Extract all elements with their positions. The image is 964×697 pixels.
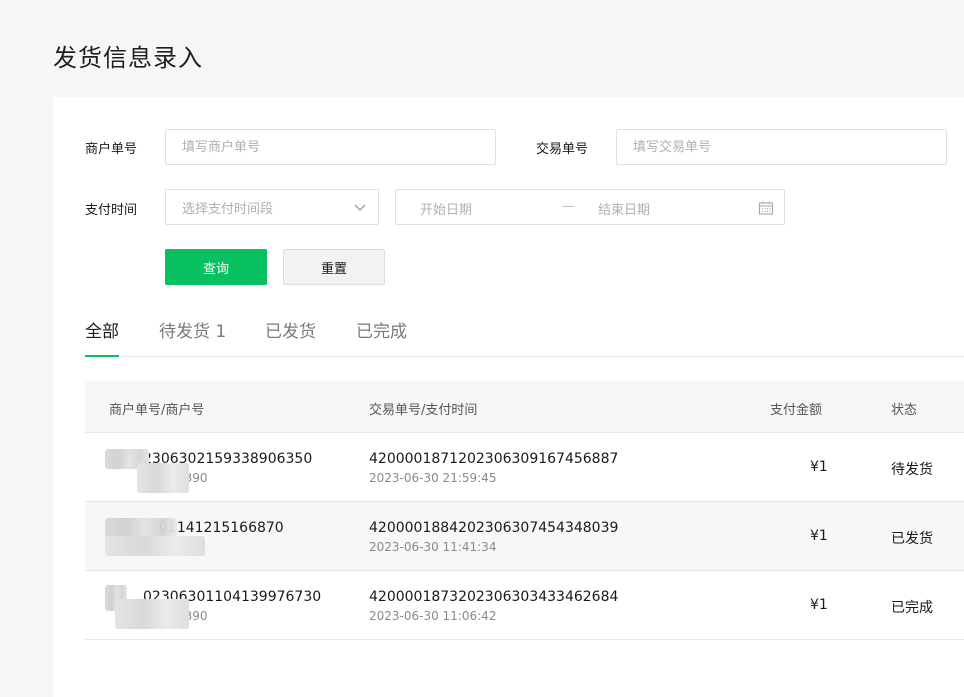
- reset-button[interactable]: 重置: [283, 249, 385, 285]
- table-row[interactable]: 0230630110413997673​0 3390 4200001873202…: [85, 571, 964, 640]
- amount: ¥1: [810, 459, 828, 475]
- status-tabs: 全部 待发货 1 已发货 已完成: [85, 313, 964, 357]
- tab-shipped[interactable]: 已发货: [265, 317, 316, 342]
- date-separator: —: [562, 199, 575, 214]
- pay-time-range-select[interactable]: 选择支付时间段: [165, 189, 379, 225]
- pay-time-label: 支付时间: [85, 203, 138, 218]
- pay-time: 2023-06-30 11:06:42: [369, 609, 497, 623]
- table-row[interactable]: 01141215166870 390 420000188420230630745…: [85, 502, 964, 571]
- trade-no: 4200001884202306307454348039: [369, 520, 619, 536]
- header-merchant: 商户单号/商户号: [109, 403, 205, 418]
- status: 已发货: [891, 531, 933, 547]
- query-button[interactable]: 查询: [165, 249, 267, 285]
- status: 待发货: [891, 462, 933, 478]
- end-date-input[interactable]: 结束日期: [598, 199, 650, 218]
- tab-completed[interactable]: 已完成: [356, 317, 407, 342]
- tab-pending[interactable]: 待发货 1: [159, 317, 226, 342]
- header-status: 状态: [891, 403, 918, 418]
- merchant-no: 01141215166870: [159, 520, 284, 536]
- redaction-blur: [105, 536, 205, 556]
- table-row[interactable]: 230630215933890635​0 3390 42000018712023…: [85, 433, 964, 502]
- status: 已完成: [891, 600, 933, 616]
- calendar-icon[interactable]: [758, 200, 774, 216]
- redaction-blur: [115, 599, 189, 629]
- trade-no: 4200001873202306303433462684: [369, 589, 619, 605]
- pay-time: 2023-06-30 11:41:34: [369, 540, 497, 554]
- start-date-input[interactable]: 开始日期: [420, 199, 472, 218]
- header-trade: 交易单号/支付时间: [369, 403, 478, 418]
- redaction-blur: [105, 518, 177, 538]
- amount: ¥1: [810, 528, 828, 544]
- tab-all[interactable]: 全部: [85, 317, 119, 342]
- amount: ¥1: [810, 597, 828, 613]
- active-tab-indicator: [85, 355, 119, 357]
- table-header: 商户单号/商户号 交易单号/支付时间 支付金额 状态: [85, 381, 964, 433]
- header-amount: 支付金额: [770, 403, 823, 418]
- merchant-no-input[interactable]: [165, 129, 496, 165]
- trade-no-input[interactable]: [616, 129, 947, 165]
- pay-time: 2023-06-30 21:59:45: [369, 471, 497, 485]
- merchant-no-label: 商户单号: [85, 142, 138, 157]
- trade-no-label: 交易单号: [536, 142, 589, 157]
- redaction-blur: [137, 463, 189, 493]
- main-panel: 商户单号 交易单号 支付时间 选择支付时间段 开始日期 — 结束日期 查询: [53, 97, 964, 697]
- pay-time-select-text: 选择支付时间段: [182, 201, 274, 217]
- page-title: 发货信息录入: [53, 44, 203, 72]
- date-range-picker[interactable]: 开始日期 — 结束日期: [395, 189, 785, 225]
- orders-table: 商户单号/商户号 交易单号/支付时间 支付金额 状态 2306302159338…: [85, 381, 964, 640]
- trade-no: 4200001871202306309167456887: [369, 451, 619, 467]
- chevron-down-icon: [354, 204, 366, 211]
